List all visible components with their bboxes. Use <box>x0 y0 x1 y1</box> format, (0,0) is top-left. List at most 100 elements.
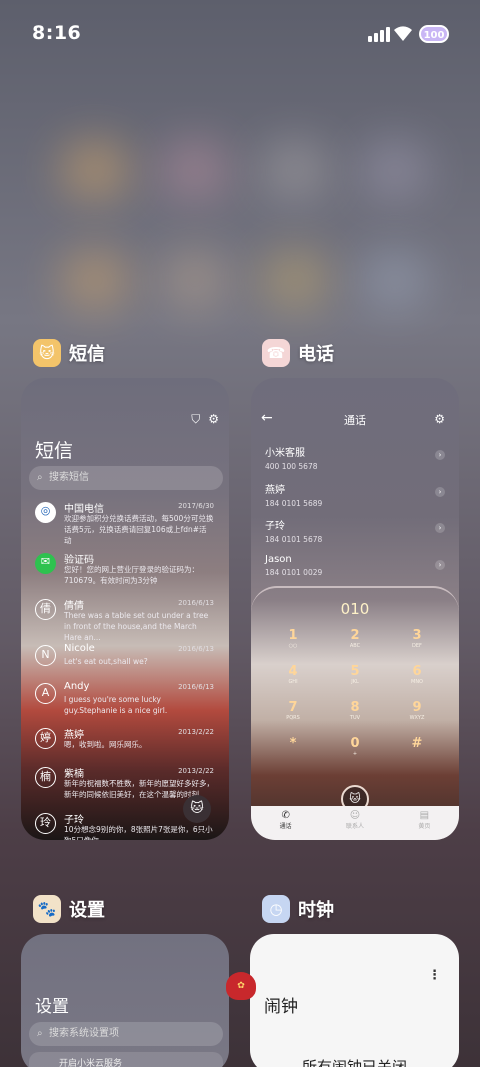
recent-call-item[interactable]: 燕婷 184 0101 5689 › <box>265 481 445 508</box>
dial-key[interactable]: * <box>273 736 313 751</box>
dial-key[interactable]: 0 + <box>335 736 375 757</box>
signal-icon <box>368 26 390 42</box>
tab-calls[interactable]: ✆ 通话 <box>251 806 320 840</box>
recent-call-item[interactable]: 小米客服 400 100 5678 › <box>265 444 445 471</box>
dial-key[interactable]: 1 ○○ <box>273 628 313 649</box>
app-header-settings[interactable]: 🐾 设置 <box>33 895 105 923</box>
contact-avatar: 倩 <box>35 599 56 620</box>
message-item[interactable]: 倩倩倩 2016/6/13 There was a table set out un… <box>21 597 229 642</box>
dialpad: 010 1 ○○ 2 ABC 3 DEF 4 GHI 5 JKL 6 MNO 7 PQRS 8 TUV 9 WXY… <box>251 586 459 813</box>
chevron-right-icon[interactable]: › <box>435 523 445 533</box>
tab-calls-label: 通话 <box>279 823 292 830</box>
dial-key-digit: 0 <box>350 736 360 751</box>
message-date: 2016/6/13 <box>178 683 214 691</box>
dial-key-digit: 5 <box>350 664 360 679</box>
search-icon: ⌕ <box>37 1028 43 1039</box>
dial-key[interactable]: 2 ABC <box>335 628 375 649</box>
dial-key[interactable]: 4 GHI <box>273 664 313 685</box>
tab-contacts[interactable]: ☺ 联系人 <box>320 806 389 840</box>
cat-phone-icon: ☎ <box>262 339 290 367</box>
dial-key[interactable]: 9 WXYZ <box>397 700 437 721</box>
recent-card-clock[interactable]: ⋮ 闹钟 所有闹钟已关闭 <box>250 934 459 1067</box>
gear-icon[interactable]: ⚙ <box>434 412 445 426</box>
dial-key-digit: 7 <box>288 700 298 715</box>
dial-key[interactable]: 6 MNO <box>397 664 437 685</box>
message-date: 2013/2/22 <box>178 728 214 736</box>
dialed-number: 010 <box>340 600 370 618</box>
message-item[interactable]: 婷燕婷 2013/2/22 嗯，收到啦。网乐网乐。 <box>21 726 229 770</box>
cat-sms-icon: 🐱 <box>33 339 61 367</box>
chevron-right-icon[interactable]: › <box>435 560 445 570</box>
recent-call-item[interactable]: 子玲 184 0101 5678 › <box>265 517 445 544</box>
message-item[interactable]: A Andy 2016/6/13 I guess you're some lucky … <box>21 681 229 725</box>
message-item[interactable]: ✉ 验证码 您好！您的网上营业厅登录的验证码为：710679。有效时间为3分钟 <box>21 551 229 595</box>
message-preview: 嗯，收到啦。网乐网乐。 <box>64 740 147 749</box>
message-preview: 欢迎参加积分兑换话费活动，每500分可兑换话费5元，兑换话费请回复106或上fd… <box>64 514 214 545</box>
recent-card-sms[interactable]: ⛉ ⚙ 短信 ⌕ 搜索短信 ◎ 中国电信 2017/6/30 欢迎参加积分兑换话费活动… <box>21 378 229 840</box>
dial-key-digit: 4 <box>288 664 298 679</box>
contact-name: 小米客服 <box>265 448 305 459</box>
sms-toolbar: ⛉ ⚙ <box>191 412 219 427</box>
message-preview: 您好！您的网上营业厅登录的验证码为：710679。有效时间为3分钟 <box>64 565 199 585</box>
dial-key-letters: ○○ <box>288 643 298 649</box>
chat-bubble-icon: ✉ <box>35 553 56 574</box>
dial-key[interactable]: 5 JKL <box>335 664 375 685</box>
more-options-icon[interactable]: ⋮ <box>428 968 441 983</box>
dial-key[interactable]: 8 TUV <box>335 700 375 721</box>
recent-call-item[interactable]: Jason 184 0101 0029 › <box>265 554 445 577</box>
message-preview: There was a table set out under a tree i… <box>64 611 209 642</box>
settings-page-title: 设置 <box>35 997 69 1017</box>
message-preview: 10分想念9别的你，8张照片7张是你，6只小狗5只像你... <box>64 825 213 840</box>
message-date: 2013/2/22 <box>178 767 214 775</box>
settings-search-input[interactable]: ⌕ 搜索系统设置项 <box>29 1022 223 1046</box>
contact-number: 184 0101 0029 <box>265 568 323 577</box>
message-date: 2016/6/13 <box>178 599 214 607</box>
person-icon: ☺ <box>349 810 361 821</box>
contact-avatar: 玲 <box>35 813 56 834</box>
recent-card-phone[interactable]: ← 通话 ⚙ 小米客服 400 100 5678 › 燕婷 184 0101 5689 ›… <box>251 378 459 840</box>
dial-key-digit: 9 <box>412 700 422 715</box>
gear-icon[interactable]: ⚙ <box>208 412 219 427</box>
contact-number: 184 0101 5678 <box>265 535 323 544</box>
message-item[interactable]: ◎ 中国电信 2017/6/30 欢迎参加积分兑换话费活动，每500分可兑换话费5元，… <box>21 500 229 545</box>
settings-row-cloud-label: 开启小米云服务 <box>59 1059 123 1067</box>
dial-key-digit: 2 <box>350 628 360 643</box>
recent-card-settings[interactable]: 设置 ⌕ 搜索系统设置项 开启小米云服务 <box>21 934 229 1067</box>
settings-row-cloud[interactable]: 开启小米云服务 <box>29 1052 223 1067</box>
sms-search-input[interactable]: ⌕ 搜索短信 <box>29 466 223 490</box>
dial-key[interactable]: 3 DEF <box>397 628 437 649</box>
cat-clock-icon: ◷ <box>262 895 290 923</box>
sms-search-placeholder: 搜索短信 <box>49 472 89 483</box>
dial-key-digit: 8 <box>350 700 360 715</box>
sms-page-title: 短信 <box>35 440 74 462</box>
dial-key-letters: + <box>352 751 358 757</box>
contact-avatar: N <box>35 645 56 666</box>
shirt-icon[interactable]: ⛉ <box>191 412 200 427</box>
app-header-phone[interactable]: ☎ 电话 <box>262 339 334 367</box>
contact-avatar: 楠 <box>35 767 56 788</box>
phone-page-title: 通话 <box>344 414 366 427</box>
tab-yellowpage[interactable]: ▤ 黄页 <box>390 806 459 840</box>
status-time: 8:16 <box>32 22 82 44</box>
contact-number: 400 100 5678 <box>265 462 318 471</box>
dial-key-letters: PQRS <box>286 715 300 721</box>
app-header-clock[interactable]: ◷ 时钟 <box>262 895 334 923</box>
dial-key-digit: 6 <box>412 664 422 679</box>
dial-key-letters: GHI <box>288 679 298 685</box>
chevron-right-icon[interactable]: › <box>435 487 445 497</box>
settings-search-placeholder: 搜索系统设置项 <box>49 1028 119 1039</box>
red-packet-icon[interactable]: ✿ <box>226 972 256 1000</box>
chevron-right-icon[interactable]: › <box>435 450 445 460</box>
status-bar: 8:16 100 <box>0 0 480 66</box>
message-date: 2016/6/13 <box>178 645 214 653</box>
dial-key[interactable]: 7 PQRS <box>273 700 313 721</box>
contact-avatar: A <box>35 683 56 704</box>
dial-key[interactable]: # <box>397 736 437 751</box>
telecom-logo-icon: ◎ <box>35 502 56 523</box>
contact-number: 184 0101 5689 <box>265 499 323 508</box>
app-header-sms[interactable]: 🐱 短信 <box>33 339 105 367</box>
wifi-icon <box>394 26 412 41</box>
app-title-phone: 电话 <box>298 344 334 365</box>
compose-button[interactable]: 🐱 <box>183 795 211 823</box>
clock-page-title: 闹钟 <box>264 997 298 1017</box>
